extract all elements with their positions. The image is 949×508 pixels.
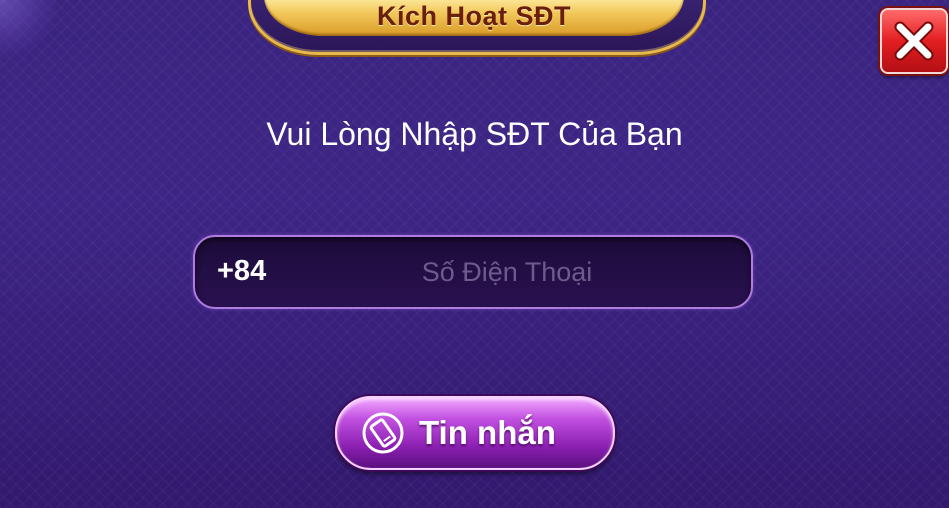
sms-button-label: Tin nhắn xyxy=(419,414,556,451)
close-x-icon xyxy=(894,21,934,61)
sms-button[interactable]: Tin nhắn xyxy=(335,396,615,470)
close-button[interactable] xyxy=(880,8,948,74)
country-code-prefix: +84 xyxy=(217,255,267,287)
phone-prompt: Vui Lòng Nhập SĐT Của Bạn xyxy=(266,116,683,152)
dialog-title: Kích Hoạt SĐT xyxy=(376,0,571,31)
corner-decoration xyxy=(0,0,60,60)
title-banner: Kích Hoạt SĐT xyxy=(264,0,684,36)
phone-field: +84 xyxy=(193,235,753,309)
phone-number-input[interactable] xyxy=(285,245,729,299)
phone-icon xyxy=(361,411,405,455)
